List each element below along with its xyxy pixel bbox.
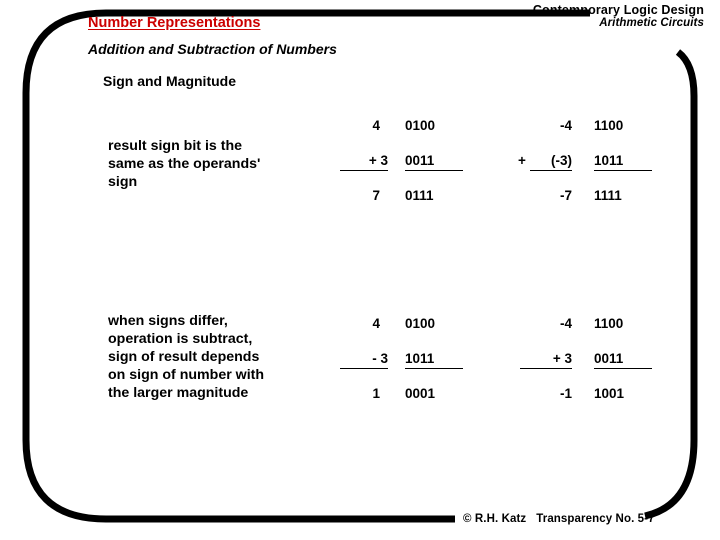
operand-decimal: 4 bbox=[372, 118, 380, 133]
calc-row: 1 0001 bbox=[340, 386, 500, 421]
page-subtitle: Addition and Subtraction of Numbers bbox=[88, 41, 337, 57]
result-decimal: 7 bbox=[372, 188, 380, 203]
page-section-title: Sign and Magnitude bbox=[103, 73, 236, 89]
operator-symbol: + bbox=[518, 153, 526, 168]
footer: © R.H. Katz Transparency No. 5-7 bbox=[463, 513, 655, 525]
block-2-right-example: -4 1100 + 3 0011 -1 1001 bbox=[520, 316, 690, 421]
block-2-description: when signs differ, operation is subtract… bbox=[108, 313, 265, 402]
header-chapter-title: Arithmetic Circuits bbox=[599, 17, 704, 29]
operand-decimal: (-3) bbox=[530, 153, 572, 171]
footer-transparency-number: Transparency No. 5-7 bbox=[536, 513, 655, 525]
result-binary: 0001 bbox=[405, 386, 436, 401]
operand-binary: 1011 bbox=[594, 153, 652, 171]
calc-row: 4 0100 bbox=[340, 316, 500, 351]
result-decimal: 1 bbox=[372, 386, 380, 401]
operand-binary: 0011 bbox=[405, 153, 463, 171]
block-1-right-example: -4 1100 + (-3) 1011 -7 1111 bbox=[518, 118, 690, 223]
result-binary: 0111 bbox=[405, 188, 434, 203]
footer-copyright: © R.H. Katz bbox=[463, 513, 527, 525]
operand-binary: 1011 bbox=[405, 351, 463, 369]
calc-row: + 3 0011 bbox=[520, 351, 690, 386]
operand-decimal: 4 bbox=[372, 316, 380, 331]
calc-row: 4 0100 bbox=[340, 118, 500, 153]
result-decimal: -1 bbox=[559, 386, 572, 401]
calc-row: -4 1100 bbox=[520, 316, 690, 351]
header-course-info: Contemporary Logic Design Arithmetic Cir… bbox=[533, 3, 704, 30]
slide-canvas: Contemporary Logic Design Arithmetic Cir… bbox=[0, 0, 720, 540]
result-binary: 1111 bbox=[594, 188, 622, 203]
header-course-title: Contemporary Logic Design bbox=[532, 3, 704, 17]
operand-decimal: + 3 bbox=[340, 153, 388, 171]
calc-row: -1 1001 bbox=[520, 386, 690, 421]
calc-row: + 3 0011 bbox=[340, 153, 500, 188]
page-title: Number Representations bbox=[88, 15, 261, 31]
operand-decimal: + 3 bbox=[520, 351, 572, 369]
calc-row: -7 1111 bbox=[520, 188, 690, 223]
operand-binary: 1100 bbox=[594, 118, 624, 133]
operand-binary: 0100 bbox=[405, 316, 436, 331]
calc-row: -4 1100 bbox=[520, 118, 690, 153]
operand-decimal: - 3 bbox=[340, 351, 388, 369]
operand-binary: 1100 bbox=[594, 316, 624, 331]
operand-binary: 0100 bbox=[405, 118, 436, 133]
calc-row: + (-3) 1011 bbox=[518, 153, 690, 188]
block-1-description: result sign bit is the same as the opera… bbox=[108, 138, 261, 191]
operand-decimal: -4 bbox=[559, 118, 572, 133]
operand-decimal: -4 bbox=[559, 316, 572, 331]
result-binary: 1001 bbox=[594, 386, 625, 401]
operand-binary: 0011 bbox=[594, 351, 652, 369]
calc-row: 7 0111 bbox=[340, 188, 500, 223]
calc-row: - 3 1011 bbox=[340, 351, 500, 386]
block-2-left-example: 4 0100 - 3 1011 1 0001 bbox=[340, 316, 500, 421]
block-1-left-example: 4 0100 + 3 0011 7 0111 bbox=[340, 118, 500, 223]
result-decimal: -7 bbox=[559, 188, 572, 203]
